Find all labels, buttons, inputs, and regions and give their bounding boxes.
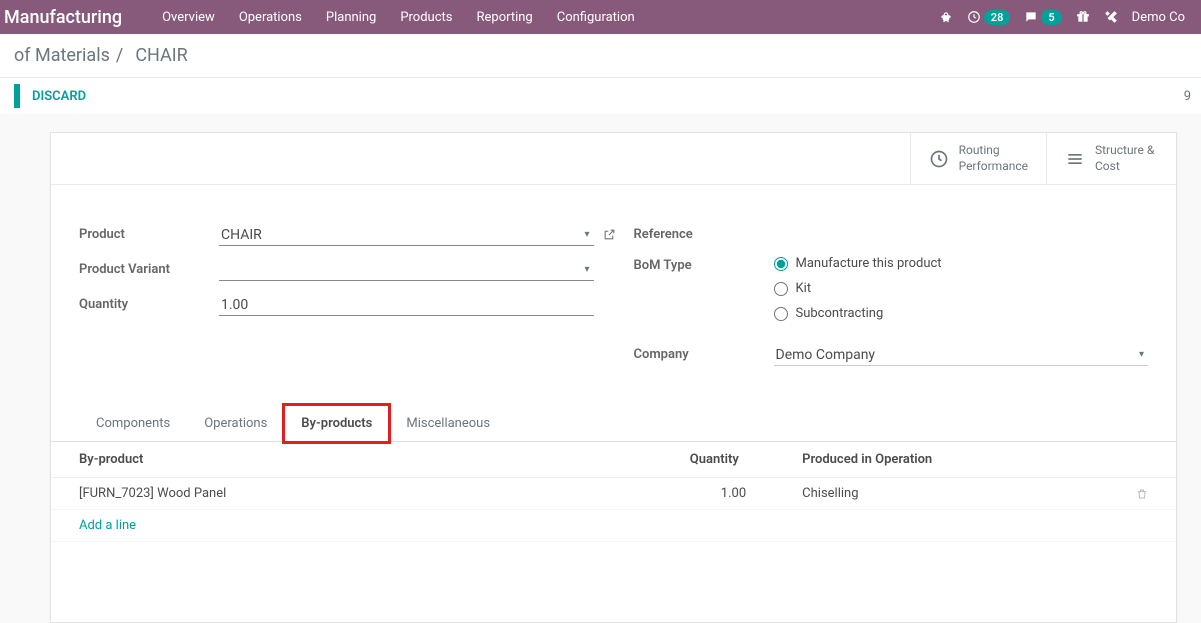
stat-buttons: Routing Performance Structure & Cost xyxy=(51,133,1176,185)
bug-icon[interactable] xyxy=(939,10,953,24)
variant-input[interactable] xyxy=(219,260,594,281)
form-sheet: Routing Performance Structure & Cost Pro… xyxy=(50,132,1177,623)
form-body: Product ▾ Product Variant ▾ xyxy=(51,185,1176,404)
add-line-row[interactable]: Add a line xyxy=(51,510,1176,542)
form-col-right: Reference BoM Type Manufacture this prod… xyxy=(634,225,1149,380)
structure-cost-button[interactable]: Structure & Cost xyxy=(1046,133,1176,184)
chat-badge: 5 xyxy=(1041,10,1061,25)
variant-label: Product Variant xyxy=(79,260,219,277)
company-input[interactable] xyxy=(774,345,1149,366)
breadcrumb-sep: / xyxy=(116,45,123,66)
chat-icon[interactable]: 5 xyxy=(1024,10,1061,25)
gift-icon[interactable] xyxy=(1076,10,1090,24)
discard-button[interactable]: DISCARD xyxy=(32,89,86,104)
breadcrumb-current: CHAIR xyxy=(135,45,187,66)
nav-right: 28 5 Demo Co xyxy=(939,10,1185,25)
reference-label: Reference xyxy=(634,225,774,242)
nav-reporting[interactable]: Reporting xyxy=(477,10,533,25)
external-link-icon[interactable] xyxy=(603,227,616,242)
user-menu[interactable]: Demo Co xyxy=(1132,10,1185,25)
nav-overview[interactable]: Overview xyxy=(162,10,215,25)
tab-miscellaneous[interactable]: Miscellaneous xyxy=(389,405,507,442)
activity-icon[interactable]: 28 xyxy=(967,10,1011,25)
stat-label: Routing Performance xyxy=(959,143,1028,174)
stat-label: Structure & Cost xyxy=(1095,143,1154,174)
table-row[interactable]: [FURN_7023] Wood Panel 1.00 Chiselling xyxy=(51,478,1176,510)
nav-menu: Overview Operations Planning Products Re… xyxy=(162,10,635,25)
cell-product[interactable]: [FURN_7023] Wood Panel xyxy=(51,478,662,510)
bom-type-label: BoM Type xyxy=(634,256,774,273)
nav-configuration[interactable]: Configuration xyxy=(557,10,635,25)
tab-operations[interactable]: Operations xyxy=(187,405,284,442)
tabs: Components Operations By-products Miscel… xyxy=(51,404,1176,442)
breadcrumb-parent[interactable]: of Materials xyxy=(14,45,110,66)
byproducts-table: By-product Quantity Produced in Operatio… xyxy=(51,442,1176,542)
app-brand[interactable]: Manufacturing xyxy=(0,7,122,28)
clock-icon xyxy=(929,149,949,169)
col-quantity: Quantity xyxy=(662,442,774,478)
radio-manufacture[interactable] xyxy=(774,257,788,271)
tab-byproducts[interactable]: By-products xyxy=(284,405,389,442)
radio-subcontract[interactable] xyxy=(774,307,788,321)
routing-performance-button[interactable]: Routing Performance xyxy=(910,133,1046,184)
radio-kit[interactable] xyxy=(774,282,788,296)
nav-planning[interactable]: Planning xyxy=(326,10,376,25)
bom-type-subcontract[interactable]: Subcontracting xyxy=(774,306,1149,321)
nav-products[interactable]: Products xyxy=(400,10,452,25)
page-counter: 9 xyxy=(1184,89,1191,104)
col-byproduct: By-product xyxy=(51,442,662,478)
bom-type-kit[interactable]: Kit xyxy=(774,281,1149,296)
product-input[interactable] xyxy=(219,225,594,246)
action-bar: DISCARD 9 xyxy=(0,78,1201,114)
breadcrumb: of Materials / CHAIR xyxy=(0,34,1201,78)
activity-badge: 28 xyxy=(984,10,1011,25)
add-line-link[interactable]: Add a line xyxy=(79,518,136,533)
product-label: Product xyxy=(79,225,219,242)
cell-operation[interactable]: Chiselling xyxy=(774,478,1108,510)
company-label: Company xyxy=(634,345,774,362)
col-actions xyxy=(1108,442,1176,478)
quantity-input[interactable] xyxy=(219,295,594,316)
nav-operations[interactable]: Operations xyxy=(239,10,302,25)
save-indicator[interactable] xyxy=(14,84,20,108)
bom-type-manufacture[interactable]: Manufacture this product xyxy=(774,256,1149,271)
tools-icon[interactable] xyxy=(1104,10,1118,24)
tab-components[interactable]: Components xyxy=(79,405,187,442)
cell-qty[interactable]: 1.00 xyxy=(662,478,774,510)
form-col-left: Product ▾ Product Variant ▾ xyxy=(79,225,594,380)
navbar: Manufacturing Overview Operations Planni… xyxy=(0,0,1201,34)
trash-icon[interactable] xyxy=(1136,486,1148,501)
list-icon xyxy=(1065,149,1085,169)
col-operation: Produced in Operation xyxy=(774,442,1108,478)
quantity-label: Quantity xyxy=(79,295,219,312)
table-header-row: By-product Quantity Produced in Operatio… xyxy=(51,442,1176,478)
